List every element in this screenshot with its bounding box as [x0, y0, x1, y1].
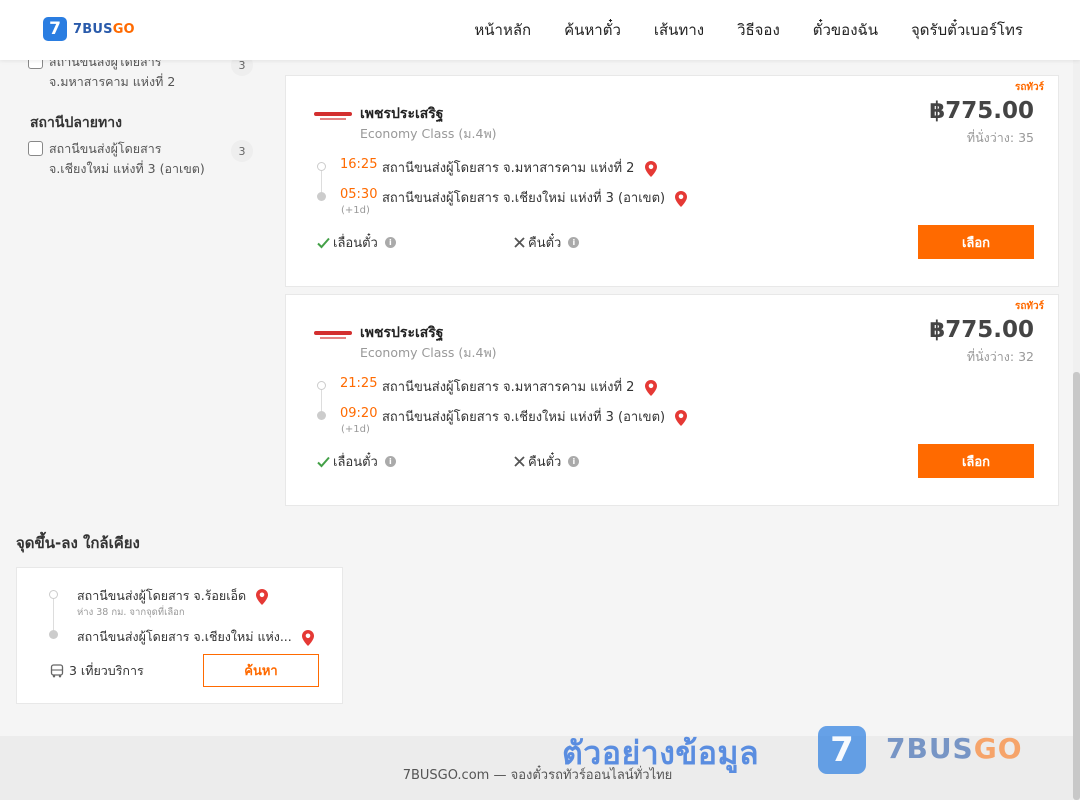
nearby-from-station: สถานีขนส่งผู้โดยสาร จ.ร้อยเอ็ด	[77, 586, 269, 606]
departure-dot	[49, 590, 58, 599]
nav-home[interactable]: หน้าหลัก	[474, 18, 531, 42]
nearby-route-card: สถานีขนส่งผู้โดยสาร จ.ร้อยเอ็ด ห่าง 38 ก…	[16, 567, 343, 704]
info-icon[interactable]: i	[568, 456, 580, 467]
timeline-line	[53, 598, 54, 632]
arrival-dot	[317, 411, 326, 420]
info-icon[interactable]: i	[568, 237, 580, 248]
bus-type-tag: รถทัวร์	[1014, 301, 1044, 312]
operator-logo	[314, 331, 352, 341]
watermark-text: ตัวอย่างข้อมูล	[562, 734, 760, 772]
nearby-trip-count: 3 เที่ยวบริการ	[50, 661, 144, 681]
arrival-dot	[49, 630, 58, 639]
refund-ticket-policy: คืนตั๋ว i	[514, 451, 580, 472]
departure-time: 16:25	[340, 157, 378, 172]
bus-type-tag: รถทัวร์	[1014, 82, 1044, 93]
map-pin-icon[interactable]	[644, 379, 657, 396]
select-trip-button[interactable]: เลือก	[918, 225, 1034, 259]
map-pin-icon[interactable]	[301, 629, 314, 646]
nav-search-tickets[interactable]: ค้นหาตั๋ว	[564, 18, 621, 42]
operator-name: เพชรประเสริฐ	[360, 106, 444, 122]
map-pin-icon[interactable]	[256, 588, 269, 605]
check-icon	[317, 456, 330, 467]
trip-card: รถทัวร์ เพชรประเสริฐ Economy Class (ม.4พ…	[285, 294, 1059, 506]
info-icon[interactable]: i	[384, 237, 396, 248]
destination-label: สถานีขนส่งผู้โดยสาร จ.เชียงใหม่ แห่งที่ …	[49, 141, 205, 176]
footer-text: 7BUSGO.com — จองตั๋วรถทัวร์ออนไลน์ทั่วไท…	[402, 768, 673, 783]
nav-my-tickets[interactable]: ตั๋วของฉัน	[813, 18, 878, 42]
destination-checkbox[interactable]	[28, 141, 43, 156]
bus-class: Economy Class (ม.4พ)	[360, 126, 497, 141]
departure-time: 21:25	[340, 376, 378, 391]
logo-badge: 7	[43, 17, 67, 41]
map-pin-icon[interactable]	[644, 160, 657, 177]
nav-how-to-book[interactable]: วิธีจอง	[737, 18, 780, 42]
departure-station: สถานีขนส่งผู้โดยสาร จ.มหาสารคาม แห่งที่ …	[382, 157, 657, 178]
seats-available: ที่นั่งว่าง: 35	[966, 130, 1034, 145]
departure-dot	[317, 162, 326, 171]
departure-dot	[317, 381, 326, 390]
arrival-station: สถานีขนส่งผู้โดยสาร จ.เชียงใหม่ แห่งที่ …	[382, 406, 688, 427]
destination-count-badge: 3	[231, 140, 253, 162]
destination-heading: สถานีปลายทาง	[30, 115, 122, 131]
refund-ticket-policy: คืนตั๋ว i	[514, 232, 580, 253]
cross-icon	[514, 237, 525, 248]
seats-available: ที่นั่งว่าง: 32	[966, 349, 1034, 364]
cross-icon	[514, 456, 525, 467]
change-ticket-policy: เลื่อนตั๋ว i	[317, 232, 396, 253]
change-ticket-policy: เลื่อนตั๋ว i	[317, 451, 396, 472]
filter-destination-item[interactable]: สถานีขนส่งผู้โดยสาร จ.เชียงใหม่ แห่งที่ …	[28, 139, 219, 179]
arrival-station: สถานีขนส่งผู้โดยสาร จ.เชียงใหม่ แห่งที่ …	[382, 187, 688, 208]
watermark-logo-badge: 7	[818, 726, 866, 774]
scrollbar-thumb[interactable]	[1073, 372, 1080, 800]
nearby-to-station: สถานีขนส่งผู้โดยสาร จ.เชียงใหม่ แห่ง...	[77, 627, 314, 647]
watermark-brand: 7BUSGO	[886, 732, 1023, 765]
map-pin-icon[interactable]	[675, 190, 688, 207]
day-offset: (+1d)	[341, 205, 370, 216]
bus-class: Economy Class (ม.4พ)	[360, 345, 497, 360]
logo-text: 7BUSGO	[73, 21, 135, 37]
day-offset: (+1d)	[341, 424, 370, 435]
departure-station: สถานีขนส่งผู้โดยสาร จ.มหาสารคาม แห่งที่ …	[382, 376, 657, 397]
select-trip-button[interactable]: เลือก	[918, 444, 1034, 478]
top-header: 7 7BUSGO หน้าหลัก ค้นหาตั๋ว เส้นทาง วิธี…	[0, 0, 1080, 60]
arrival-dot	[317, 192, 326, 201]
info-icon[interactable]: i	[384, 456, 396, 467]
nav-pickup-points[interactable]: จุดรับตั๋วเบอร์โทร	[911, 18, 1023, 42]
trip-price: ฿775.00	[929, 317, 1034, 343]
arrival-time: 09:20	[340, 406, 378, 421]
check-icon	[317, 237, 330, 248]
nearby-distance: ห่าง 38 กม. จากจุดที่เลือก	[77, 607, 185, 618]
nearby-stops-title: จุดขึ้น-ลง ใกล้เคียง	[16, 534, 140, 552]
map-pin-icon[interactable]	[675, 409, 688, 426]
site-logo[interactable]: 7 7BUSGO	[43, 17, 135, 41]
trip-card: รถทัวร์ เพชรประเสริฐ Economy Class (ม.4พ…	[285, 75, 1059, 287]
operator-name: เพชรประเสริฐ	[360, 325, 444, 341]
nav-routes[interactable]: เส้นทาง	[654, 18, 704, 42]
operator-logo	[314, 112, 352, 122]
main-nav: หน้าหลัก ค้นหาตั๋ว เส้นทาง วิธีจอง ตั๋วข…	[474, 0, 1023, 60]
nearby-search-button[interactable]: ค้นหา	[203, 654, 319, 687]
trip-price: ฿775.00	[929, 98, 1034, 124]
bus-icon	[50, 664, 64, 678]
arrival-time: 05:30	[340, 187, 378, 202]
